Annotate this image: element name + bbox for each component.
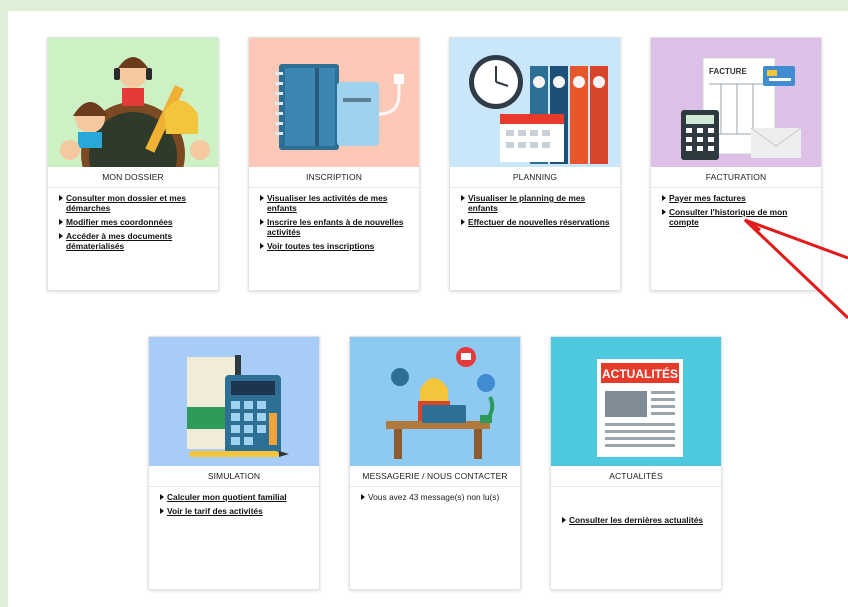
portal-page: MON DOSSIER Consulter mon dossier et mes…: [8, 11, 848, 607]
actualites-illustration[interactable]: ACTUALITÉS: [551, 337, 721, 466]
link-historique-compte[interactable]: Consulter l'historique de mon compte: [669, 207, 787, 227]
card-actualites: ACTUALITÉS ACTUALITÉS Consulter les dern…: [550, 336, 722, 590]
card-mon-dossier: MON DOSSIER Consulter mon dossier et mes…: [47, 37, 219, 291]
facturation-illustration[interactable]: FACTURE: [651, 38, 821, 167]
list-item: Vous avez 43 message(s) non lu(s): [360, 492, 514, 502]
list-item: Consulter les dernières actualités: [561, 515, 715, 525]
card-inscription: INSCRIPTION Visualiser les activités de …: [248, 37, 420, 291]
card-link-list: Visualiser le planning de mes enfants Ef…: [450, 188, 620, 227]
card-link-list: Visualiser les activités de mes enfants …: [249, 188, 419, 251]
list-item: Voir toutes tes inscriptions: [259, 241, 413, 251]
unread-messages-text: Vous avez 43 message(s) non lu(s): [368, 492, 500, 502]
card-link-list: Consulter les dernières actualités: [551, 487, 721, 525]
simulation-illustration[interactable]: [149, 337, 319, 466]
card-facturation: FACTURE FACTURATION Payer mes factures C…: [650, 37, 822, 291]
list-item: Voir le tarif des activités: [159, 506, 313, 516]
card-messagerie: MESSAGERIE / NOUS CONTACTER Vous avez 43…: [349, 336, 521, 590]
card-title: MON DOSSIER: [48, 167, 218, 188]
actualites-masthead: ACTUALITÉS: [602, 366, 678, 381]
card-planning: PLANNING Visualiser le planning de mes e…: [449, 37, 621, 291]
link-consulter-dossier[interactable]: Consulter mon dossier et mes démarches: [66, 193, 186, 213]
card-title: FACTURATION: [651, 167, 821, 188]
list-item: Inscrire les enfants à de nouvelles acti…: [259, 217, 413, 237]
link-visualiser-activites[interactable]: Visualiser les activités de mes enfants: [267, 193, 387, 213]
card-title: SIMULATION: [149, 466, 319, 487]
planning-illustration[interactable]: [450, 38, 620, 167]
link-modifier-coordonnees[interactable]: Modifier mes coordonnées: [66, 217, 173, 227]
link-tarif-activites[interactable]: Voir le tarif des activités: [167, 506, 263, 516]
messagerie-illustration[interactable]: [350, 337, 520, 466]
card-link-list: Payer mes factures Consulter l'historiqu…: [651, 188, 821, 227]
list-item: Effectuer de nouvelles réservations: [460, 217, 614, 227]
list-item: Calculer mon quotient familial: [159, 492, 313, 502]
card-title: MESSAGERIE / NOUS CONTACTER: [350, 466, 520, 487]
card-title: PLANNING: [450, 167, 620, 188]
list-item: Accéder à mes documents dématerialisés: [58, 231, 212, 251]
link-visualiser-planning[interactable]: Visualiser le planning de mes enfants: [468, 193, 585, 213]
link-documents-dematerialises[interactable]: Accéder à mes documents dématerialisés: [66, 231, 172, 251]
card-simulation: SIMULATION Calculer mon quotient familia…: [148, 336, 320, 590]
card-link-list: Calculer mon quotient familial Voir le t…: [149, 487, 319, 516]
link-voir-inscriptions[interactable]: Voir toutes tes inscriptions: [267, 241, 374, 251]
list-item: Consulter mon dossier et mes démarches: [58, 193, 212, 213]
link-quotient-familial[interactable]: Calculer mon quotient familial: [167, 492, 287, 502]
list-item: Consulter l'historique de mon compte: [661, 207, 815, 227]
card-title: INSCRIPTION: [249, 167, 419, 188]
card-message-list: Vous avez 43 message(s) non lu(s): [350, 487, 520, 502]
link-nouvelles-reservations[interactable]: Effectuer de nouvelles réservations: [468, 217, 610, 227]
card-title: ACTUALITÉS: [551, 466, 721, 487]
list-item: Visualiser le planning de mes enfants: [460, 193, 614, 213]
list-item: Payer mes factures: [661, 193, 815, 203]
card-link-list: Consulter mon dossier et mes démarches M…: [48, 188, 218, 251]
link-payer-factures[interactable]: Payer mes factures: [669, 193, 746, 203]
link-dernieres-actualites[interactable]: Consulter les dernières actualités: [569, 515, 703, 525]
list-item: Modifier mes coordonnées: [58, 217, 212, 227]
inscription-illustration[interactable]: [249, 38, 419, 167]
facture-label: FACTURE: [709, 67, 747, 76]
link-inscrire-enfants[interactable]: Inscrire les enfants à de nouvelles acti…: [267, 217, 403, 237]
mon-dossier-illustration[interactable]: [48, 38, 218, 167]
list-item: Visualiser les activités de mes enfants: [259, 193, 413, 213]
